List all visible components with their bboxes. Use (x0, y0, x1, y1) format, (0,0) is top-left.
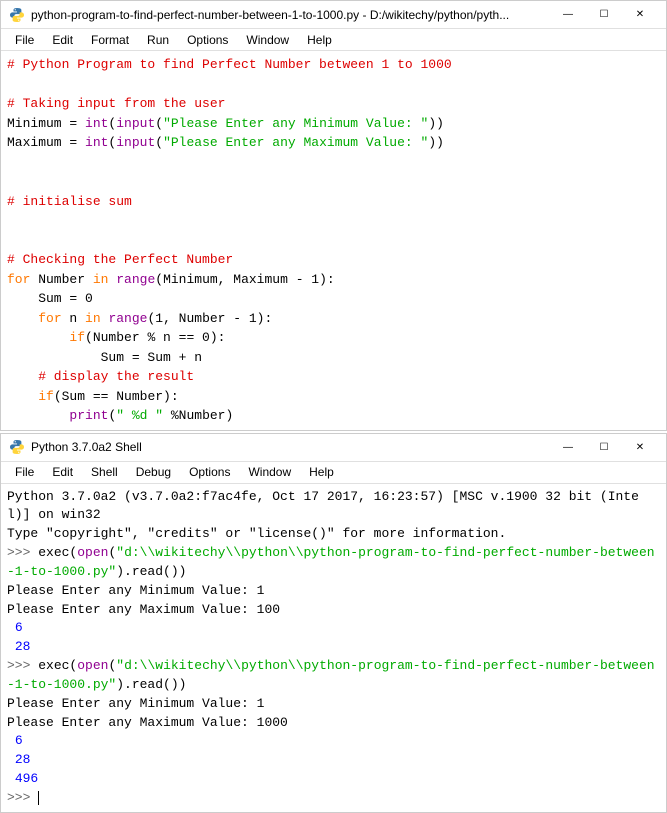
shell-line: Please Enter any Minimum Value: 1 (7, 696, 264, 711)
menu-file[interactable]: File (7, 463, 42, 481)
code-comment: # Checking the Perfect Number (7, 252, 233, 267)
code-text: (Minimum, Maximum - 1): (155, 272, 334, 287)
code-text: Minimum = (7, 116, 85, 131)
menu-window[interactable]: Window (240, 463, 299, 481)
shell-output-line: 6 (7, 620, 30, 635)
menu-format[interactable]: Format (83, 31, 137, 49)
shell-input: ).read()) (116, 677, 186, 692)
shell-prompt: >>> (7, 658, 38, 673)
shell-menubar: File Edit Shell Debug Options Window Hel… (1, 462, 666, 484)
code-text: (Number % n == 0): (85, 330, 225, 345)
menu-shell[interactable]: Shell (83, 463, 126, 481)
menu-edit[interactable]: Edit (44, 463, 81, 481)
code-text: Number (30, 272, 92, 287)
code-string: "Please Enter any Minimum Value: " (163, 116, 428, 131)
code-builtin: input (116, 116, 155, 131)
maximize-button[interactable]: ☐ (586, 437, 622, 457)
code-string: "Please Enter any Maximum Value: " (163, 135, 428, 150)
shell-line: Please Enter any Maximum Value: 1000 (7, 715, 288, 730)
minimize-button[interactable]: — (550, 5, 586, 25)
menu-edit[interactable]: Edit (44, 31, 81, 49)
code-string: " %d " (116, 408, 163, 423)
code-text: (1, Number - 1): (147, 311, 272, 326)
code-text: )) (428, 135, 444, 150)
menu-help[interactable]: Help (299, 31, 340, 49)
code-text: Maximum = (7, 135, 85, 150)
menu-file[interactable]: File (7, 31, 42, 49)
code-text: (Sum == Number): (54, 389, 179, 404)
code-comment: # Taking input from the user (7, 96, 225, 111)
shell-prompt: >>> (7, 790, 38, 805)
shell-window-controls: — ☐ ✕ (550, 437, 658, 457)
code-builtin: range (108, 311, 147, 326)
menu-help[interactable]: Help (301, 463, 342, 481)
editor-window-controls: — ☐ ✕ (550, 5, 658, 25)
code-text (7, 389, 38, 404)
code-text: %Number) (163, 408, 233, 423)
code-keyword: in (93, 272, 109, 287)
shell-line: Please Enter any Maximum Value: 100 (7, 602, 280, 617)
code-text: Sum = Sum + n (7, 350, 202, 365)
shell-output[interactable]: Python 3.7.0a2 (v3.7.0a2:f7ac4fe, Oct 17… (1, 484, 666, 812)
shell-banner: Python 3.7.0a2 (v3.7.0a2:f7ac4fe, Oct 17… (7, 489, 639, 523)
code-builtin: range (116, 272, 155, 287)
code-editor[interactable]: # Python Program to find Perfect Number … (1, 51, 666, 430)
shell-builtin: open (77, 545, 108, 560)
close-button[interactable]: ✕ (622, 437, 658, 457)
editor-titlebar[interactable]: python-program-to-find-perfect-number-be… (1, 1, 666, 29)
shell-output-line: 6 (7, 733, 30, 748)
editor-title: python-program-to-find-perfect-number-be… (31, 8, 550, 22)
editor-window: python-program-to-find-perfect-number-be… (0, 0, 667, 431)
menu-run[interactable]: Run (139, 31, 177, 49)
close-button[interactable]: ✕ (622, 5, 658, 25)
shell-line: Please Enter any Minimum Value: 1 (7, 583, 264, 598)
code-builtin: input (116, 135, 155, 150)
code-keyword: for (7, 272, 30, 287)
menu-debug[interactable]: Debug (128, 463, 179, 481)
code-keyword: for (38, 311, 61, 326)
menu-options[interactable]: Options (179, 31, 236, 49)
shell-output-line: 28 (7, 639, 38, 654)
shell-input: ).read()) (116, 564, 186, 579)
shell-banner: Type "copyright", "credits" or "license(… (7, 526, 506, 541)
python-icon (9, 7, 25, 23)
shell-title: Python 3.7.0a2 Shell (31, 440, 550, 454)
code-keyword: if (69, 330, 85, 345)
code-text: n (62, 311, 85, 326)
shell-titlebar[interactable]: Python 3.7.0a2 Shell — ☐ ✕ (1, 434, 666, 462)
shell-input: exec( (38, 658, 77, 673)
menu-window[interactable]: Window (238, 31, 297, 49)
code-builtin: int (85, 135, 108, 150)
shell-builtin: open (77, 658, 108, 673)
code-builtin: print (69, 408, 108, 423)
code-comment: # display the result (7, 369, 194, 384)
python-icon (9, 439, 25, 455)
code-comment: # initialise sum (7, 194, 132, 209)
code-keyword: if (38, 389, 54, 404)
code-builtin: int (85, 116, 108, 131)
shell-output-line: 28 (7, 752, 38, 767)
code-text: ( (155, 116, 163, 131)
cursor (38, 791, 39, 805)
shell-prompt: >>> (7, 545, 38, 560)
code-text (7, 408, 69, 423)
code-comment: # Python Program to find Perfect Number … (7, 57, 452, 72)
minimize-button[interactable]: — (550, 437, 586, 457)
code-text: Sum = 0 (7, 291, 93, 306)
shell-output-line: 496 (7, 771, 46, 786)
code-text: )) (428, 116, 444, 131)
code-keyword: in (85, 311, 101, 326)
menu-options[interactable]: Options (181, 463, 238, 481)
code-text (7, 330, 69, 345)
code-text: ( (155, 135, 163, 150)
code-text (7, 311, 38, 326)
editor-menubar: File Edit Format Run Options Window Help (1, 29, 666, 51)
maximize-button[interactable]: ☐ (586, 5, 622, 25)
shell-input: exec( (38, 545, 77, 560)
shell-window: Python 3.7.0a2 Shell — ☐ ✕ File Edit She… (0, 433, 667, 813)
